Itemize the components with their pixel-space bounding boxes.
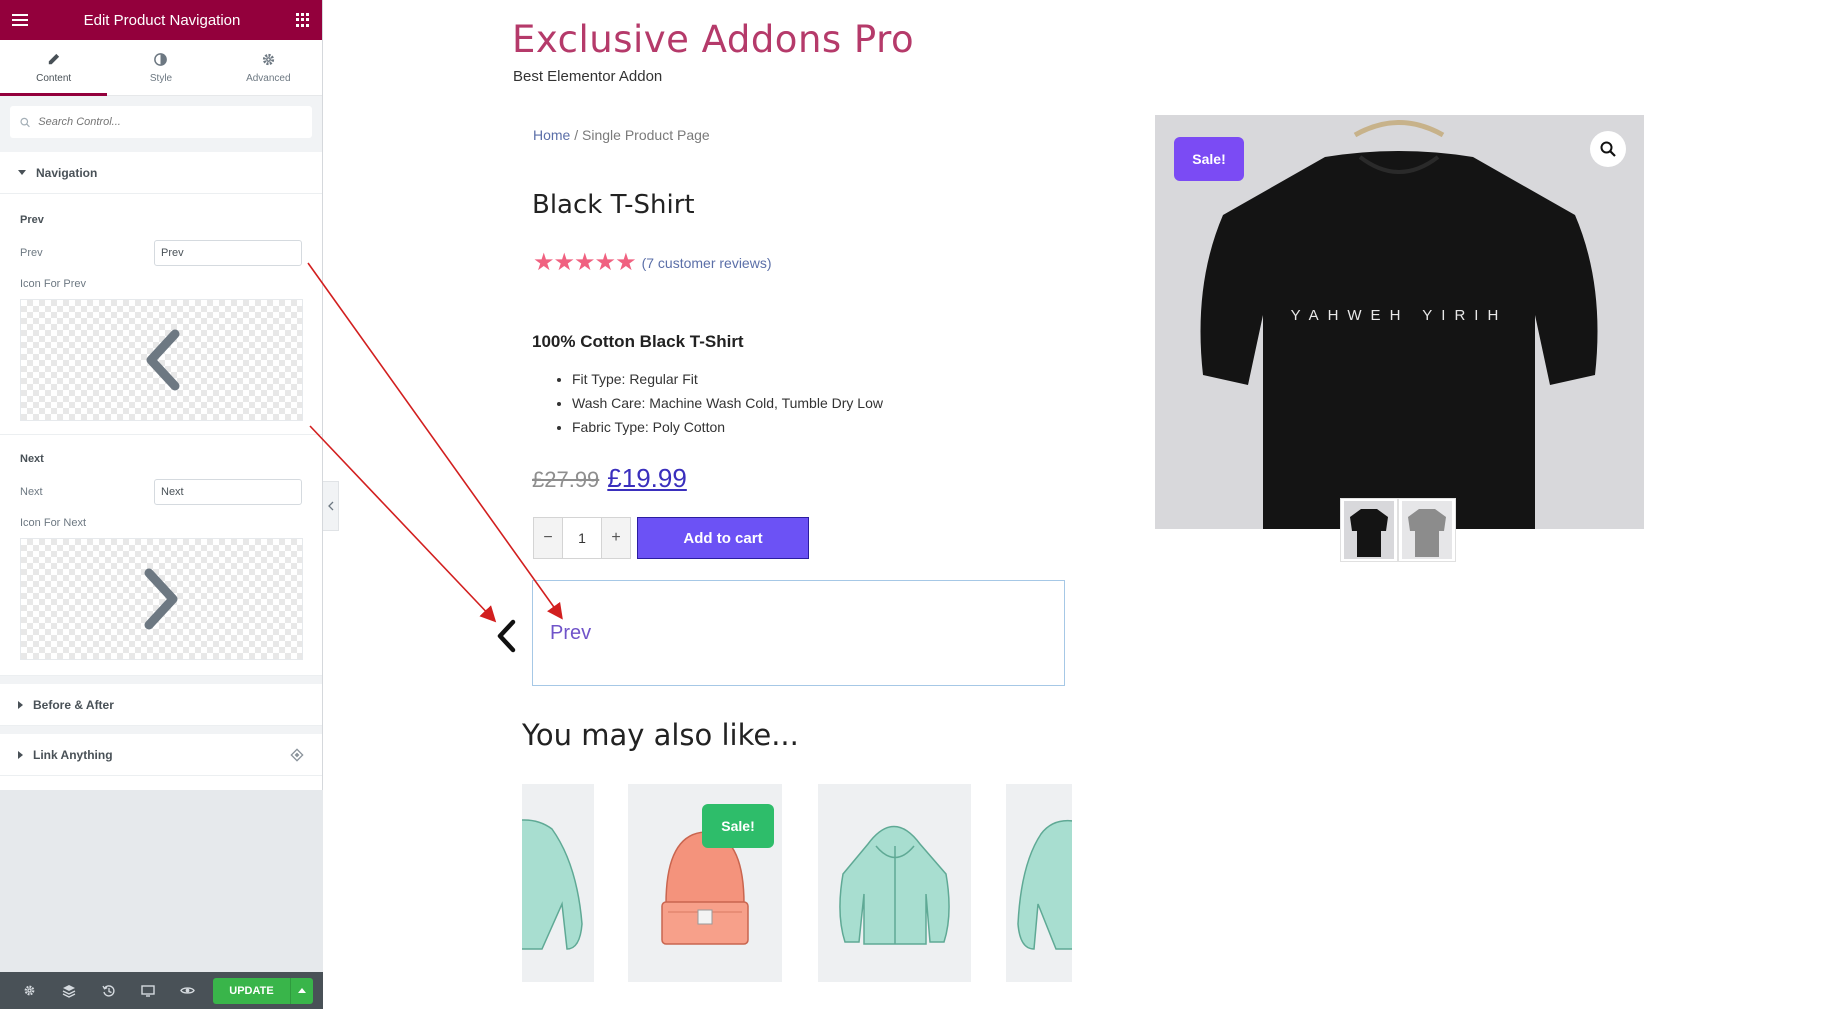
gray-tshirt-thumbnail	[1402, 501, 1452, 559]
search-box	[10, 106, 312, 138]
list-item: Fabric Type: Poly Cotton	[572, 415, 883, 439]
breadcrumb-home-link[interactable]: Home	[533, 127, 570, 143]
related-products-title: You may also like...	[522, 718, 799, 752]
quantity-input[interactable]	[562, 518, 602, 558]
panel-tabs: Content Style Advanced	[0, 40, 322, 96]
caret-right-icon	[18, 700, 23, 709]
product-rating: ★★★★★ (7 customer reviews)	[533, 248, 772, 277]
half-circle-icon	[154, 52, 168, 66]
sweatshirt-image	[1017, 819, 1072, 950]
customer-reviews-link[interactable]: (7 customer reviews)	[642, 255, 772, 271]
related-product-card[interactable]	[522, 784, 594, 982]
caret-right-icon	[18, 750, 23, 759]
quantity-stepper: − +	[533, 517, 631, 559]
prev-text-input[interactable]	[154, 240, 302, 266]
price-sale: £19.99	[607, 463, 687, 493]
caret-down-icon	[18, 170, 26, 175]
next-text-input[interactable]	[154, 479, 302, 505]
update-button[interactable]: UPDATE	[213, 977, 290, 1004]
rating-stars-icon: ★★★★★	[533, 249, 637, 276]
annotation-arrow-prev-text	[307, 262, 563, 620]
section-link-anything-title: Link Anything	[18, 748, 113, 762]
price-original: £27.99	[532, 467, 600, 492]
pro-diamond-icon	[290, 747, 304, 762]
nav-prev-chevron-icon[interactable]	[494, 618, 518, 654]
next-icon-picker[interactable]	[20, 538, 303, 660]
panel-footer: UPDATE	[0, 972, 323, 1009]
pencil-icon	[48, 53, 60, 64]
search-control-input[interactable]	[38, 116, 302, 128]
search-icon	[1600, 141, 1616, 157]
menu-icon[interactable]	[12, 14, 28, 26]
next-field-label: Next	[20, 486, 43, 498]
breadcrumb-current: Single Product Page	[582, 127, 710, 143]
preview-eye-icon[interactable]	[168, 972, 207, 1009]
product-feature-list: Fit Type: Regular Fit Wash Care: Machine…	[572, 367, 883, 439]
site-tagline: Best Elementor Addon	[513, 68, 663, 85]
section-link-anything[interactable]: Link Anything	[0, 734, 322, 776]
quantity-increase-button[interactable]: +	[602, 518, 630, 558]
tab-style[interactable]: Style	[107, 40, 214, 95]
list-item: Fit Type: Regular Fit	[572, 367, 883, 391]
prev-icon-picker[interactable]	[20, 299, 303, 421]
prev-heading: Prev	[20, 214, 44, 226]
responsive-mode-icon[interactable]	[128, 972, 167, 1009]
next-heading: Next	[20, 453, 44, 465]
sweatshirt-image	[522, 819, 583, 950]
add-to-cart-button[interactable]: Add to cart	[637, 517, 809, 559]
nav-prev-link[interactable]: Prev	[550, 622, 591, 645]
widgets-grid-icon[interactable]	[295, 13, 310, 27]
settings-icon[interactable]	[10, 972, 49, 1009]
editor-panel: Edit Product Navigation Content Style Ad…	[0, 0, 323, 1009]
chevron-right-icon	[144, 568, 177, 630]
product-title: Black T-Shirt	[532, 190, 695, 220]
breadcrumb-separator: /	[570, 127, 583, 143]
gear-icon	[262, 53, 274, 65]
product-price: £27.99 £19.99	[532, 463, 687, 494]
add-to-cart-form: − + Add to cart	[533, 517, 809, 559]
prev-text-control: Prev	[0, 240, 322, 266]
product-thumbnail[interactable]	[1398, 498, 1456, 562]
search-area	[0, 96, 322, 152]
related-product-card[interactable]	[1006, 784, 1072, 982]
navigator-layers-icon[interactable]	[49, 972, 88, 1009]
section-navigation-label: Navigation	[36, 165, 98, 180]
tab-style-label: Style	[149, 72, 173, 84]
related-sale-badge: Sale!	[702, 804, 774, 848]
zoom-button[interactable]	[1590, 131, 1626, 167]
panel-header: Edit Product Navigation	[0, 0, 322, 40]
section-before-after[interactable]: Before & After	[0, 684, 322, 726]
list-item: Wash Care: Machine Wash Cold, Tumble Dry…	[572, 391, 883, 415]
breadcrumb: Home / Single Product Page	[533, 127, 710, 143]
history-icon[interactable]	[89, 972, 128, 1009]
product-description-title: 100% Cotton Black T-Shirt	[532, 332, 744, 351]
section-navigation[interactable]: Navigation	[0, 152, 322, 194]
product-navigation-widget: Prev	[532, 580, 1065, 686]
save-options-caret-icon[interactable]	[289, 977, 314, 1004]
search-icon	[20, 117, 30, 127]
prev-field-label: Prev	[20, 247, 43, 259]
sale-badge: Sale!	[1174, 137, 1244, 181]
panel-title: Edit Product Navigation	[83, 11, 241, 29]
icon-for-next-label: Icon For Next	[20, 517, 87, 529]
tab-content-label: Content	[36, 72, 72, 84]
hoodie-image	[839, 825, 950, 945]
product-thumbnail[interactable]	[1340, 498, 1398, 562]
chevron-left-icon	[146, 329, 179, 391]
section-link-anything-label: Link Anything	[33, 747, 113, 762]
related-product-card[interactable]	[818, 784, 971, 982]
panel-collapse-handle[interactable]	[323, 481, 339, 531]
tab-content[interactable]: Content	[0, 40, 108, 96]
icon-for-prev-label: Icon For Prev	[20, 278, 87, 290]
next-text-control: Next	[0, 479, 322, 505]
tshirt-print-text: YAHWEH YIRIH	[1291, 307, 1508, 324]
section-before-after-label: Before & After	[33, 697, 114, 712]
tab-advanced-label: Advanced	[246, 72, 291, 84]
quantity-decrease-button[interactable]: −	[534, 518, 562, 558]
panel-empty-area	[0, 790, 323, 972]
site-title[interactable]: Exclusive Addons Pro	[512, 18, 914, 61]
tab-advanced[interactable]: Advanced	[215, 40, 322, 95]
chevron-left-icon	[327, 501, 333, 511]
black-tshirt-thumbnail	[1344, 501, 1394, 559]
